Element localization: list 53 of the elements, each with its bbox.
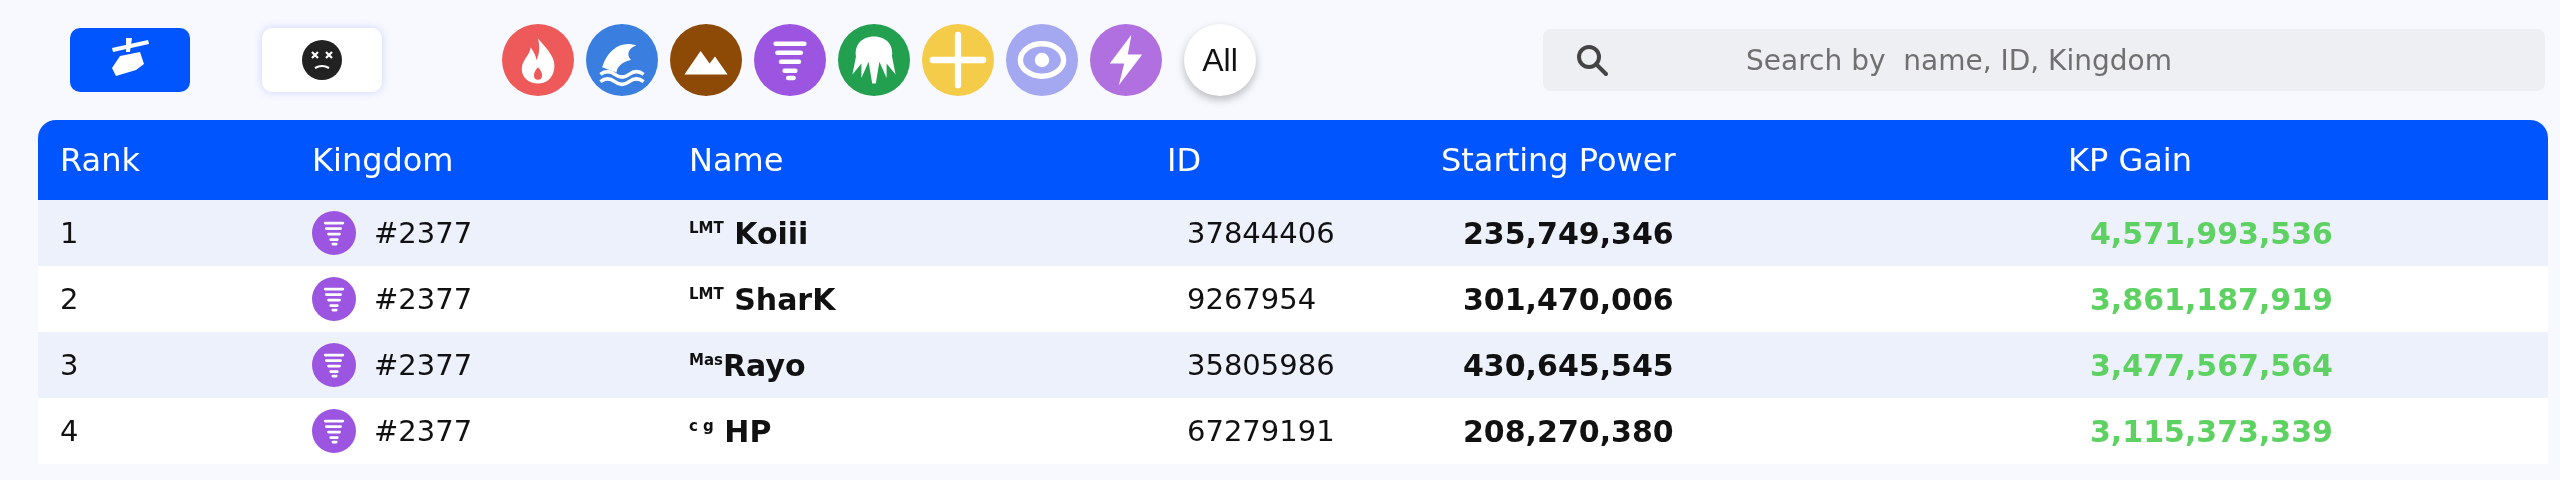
kp-gain-cell-text: 3,115,373,339: [2090, 413, 2334, 449]
power-cell-text: 430,645,545: [1463, 347, 1675, 383]
column-header: Kingdom: [312, 141, 455, 179]
element-icon: [838, 24, 910, 96]
kingdom-cell: #2377: [374, 414, 473, 448]
name-cell-text: $^{LMT}$ SharK: [689, 281, 837, 317]
power-cell-text: 301,470,006: [1463, 281, 1675, 317]
rank-cell-text: 3: [60, 348, 80, 382]
element-icon: [586, 24, 658, 96]
element-filter[interactable]: [670, 24, 742, 96]
element-filter[interactable]: [838, 24, 910, 96]
power-cell-text: 208,270,380: [1463, 413, 1675, 449]
id-cell-text: 67279191: [1187, 414, 1336, 448]
kp-gain-cell-text: 4,571,993,536: [2090, 215, 2334, 251]
rank-cell-text: 4: [60, 414, 80, 448]
all-filter[interactable]: All: [1184, 24, 1256, 96]
element-icon: [502, 24, 574, 96]
column-header: KP Gain: [2068, 141, 2194, 179]
id-cell-text: 37844406: [1187, 216, 1336, 250]
kp-gain-cell-text: 3,477,567,564: [2090, 347, 2334, 383]
element-filter[interactable]: [502, 24, 574, 96]
kingdom-cell: #2377: [374, 348, 473, 382]
column-header: ID: [1167, 141, 1203, 179]
column-header: Starting Power: [1441, 141, 1677, 179]
element-icon: [670, 24, 742, 96]
kingdom-cell: #2377: [374, 216, 473, 250]
element-filter[interactable]: [754, 24, 826, 96]
search-field[interactable]: Search by name, ID, Kingdom: [1543, 29, 2545, 91]
element-icon: [754, 24, 826, 96]
element-icon: [312, 277, 356, 321]
column-header: Rank: [60, 141, 141, 179]
element-icon: [922, 24, 994, 96]
rank-cell-text: 2: [60, 282, 80, 316]
element-icon: [1006, 24, 1078, 96]
element-filter[interactable]: [586, 24, 658, 96]
name-cell-text: $^{LMT}$ Koiii: [689, 215, 810, 251]
name-cell-text: $^{c g}$ HP: [689, 413, 773, 449]
kp-gain-cell-text: 3,861,187,919: [2090, 281, 2334, 317]
name-cell-text: $^{Mas}$Rayo: [689, 347, 807, 383]
element-icon: [312, 211, 356, 255]
id-cell-text: 9267954: [1187, 282, 1318, 316]
element-filter[interactable]: [1090, 24, 1162, 96]
column-header: Name: [689, 141, 785, 179]
element-icon: [312, 409, 356, 453]
dizzy-face-icon: [302, 40, 342, 80]
mode-toggle[interactable]: [70, 28, 190, 92]
element-icon: [312, 343, 356, 387]
mode-toggle[interactable]: [262, 28, 382, 92]
rank-cell-text: 1: [60, 216, 80, 250]
kingdom-cell: #2377: [374, 282, 473, 316]
power-cell-text: 235,749,346: [1463, 215, 1675, 251]
element-icon: [1090, 24, 1162, 96]
id-cell-text: 35805986: [1187, 348, 1336, 382]
